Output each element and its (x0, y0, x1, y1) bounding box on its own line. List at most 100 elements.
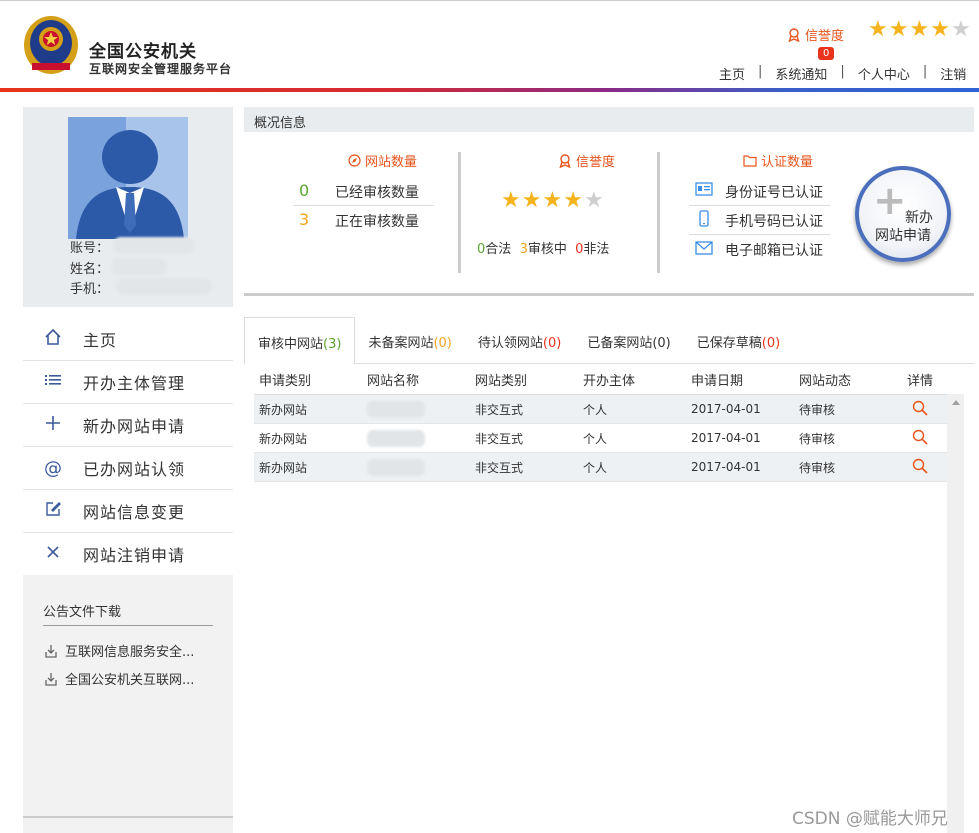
star-empty-icon: ★ (583, 188, 604, 213)
edit-icon (23, 500, 83, 523)
overview-header: 概况信息 (244, 107, 974, 132)
tab-to-claim[interactable]: 待认领网站(0) (465, 317, 574, 363)
cell-site-type: 非交互式 (475, 402, 524, 417)
star-filled-icon: ★ (521, 188, 542, 213)
email-verified-label: 电子邮箱已认证 (725, 243, 823, 259)
download-link[interactable]: 互联网信息服务安全... (43, 641, 194, 660)
sidebar-item-home[interactable]: 主页 (23, 318, 233, 361)
vertical-divider (657, 152, 660, 273)
site-header: 全国公安机关 互联网安全管理服务平台 信誉度 ★ ★ ★ ★ ★ 0 主页 | 系统通知… (0, 0, 979, 92)
credit-title: 信誉度 (558, 151, 615, 170)
site-title: 全国公安机关 (89, 42, 197, 62)
sidebar-item-change-info[interactable]: 网站信息变更 (23, 490, 233, 533)
star-filled-icon: ★ (542, 188, 563, 213)
column-header: 网站动态 (799, 373, 852, 389)
cell-site-type: 非交互式 (475, 431, 524, 446)
account-label: 账号： (70, 241, 110, 256)
credit-label-text: 信誉度 (805, 29, 845, 44)
reviewed-label: 已经审核数量 (335, 185, 419, 201)
table-row: 新办网站 非交互式 个人 2017-04-01 待审核 (254, 453, 964, 482)
name-redacted (111, 258, 167, 275)
at-icon: @ (44, 457, 62, 479)
cell-category: 新办网站 (259, 402, 308, 417)
download-link[interactable]: 全国公安机关互联网... (43, 669, 194, 688)
review-count: 3 (519, 242, 528, 257)
close-icon (23, 543, 83, 566)
tab-count: (3) (323, 337, 342, 352)
downloads-divider (43, 625, 213, 626)
download-link-label: 互联网信息服务安全... (65, 645, 195, 660)
folder-icon (743, 155, 757, 167)
sidebar-item-claim-site[interactable]: @ 已办网站认领 (23, 447, 233, 490)
reviewed-count: 0 (299, 181, 310, 200)
cell-site-type: 非交互式 (475, 460, 524, 475)
sidebar-item-cancel-site[interactable]: 网站注销申请 (23, 533, 233, 576)
site-status-tabs: 审核中网站(3) 未备案网站(0) 待认领网站(0) 已备案网站(0) 已保存草… (244, 317, 974, 365)
tab-count: (0) (761, 336, 781, 351)
nav-separator: | (758, 64, 763, 79)
nav-notifications[interactable]: 系统通知 (775, 64, 827, 83)
award-icon (788, 27, 800, 42)
search-icon[interactable] (912, 458, 928, 474)
search-icon[interactable] (912, 400, 928, 416)
sidebar-item-new-site[interactable]: 新办网站申请 (23, 404, 233, 447)
plus-icon (23, 414, 83, 437)
account-redacted (113, 237, 195, 254)
sidebar-item-entity-management[interactable]: 开办主体管理 (23, 361, 233, 404)
tab-count: (0) (542, 336, 562, 351)
star-filled-icon: ★ (909, 17, 930, 42)
reviewing-label: 正在审核数量 (335, 214, 419, 230)
star-filled-icon: ★ (888, 17, 909, 42)
table-scrollbar[interactable] (947, 394, 964, 833)
credit-label: 信誉度 (787, 25, 844, 44)
nav-profile[interactable]: 个人中心 (858, 64, 910, 83)
cell-category: 新办网站 (259, 460, 308, 475)
cell-date: 2017-04-01 (691, 431, 761, 445)
tab-unfiled[interactable]: 未备案网站(0) (355, 317, 464, 363)
column-header: 申请类别 (259, 373, 312, 389)
cell-entity: 个人 (583, 460, 608, 475)
cell-site-name (362, 458, 470, 476)
nav-separator: | (922, 64, 928, 79)
avatar (68, 117, 188, 239)
sidebar-item-label: 网站信息变更 (83, 503, 186, 522)
site-name-redacted (367, 458, 425, 476)
tab-filed[interactable]: 已备案网站(0) (574, 317, 683, 363)
scroll-up-arrow-icon[interactable] (952, 400, 960, 405)
sidebar-item-label: 开办主体管理 (83, 374, 186, 393)
phone-label: 手机： (70, 282, 110, 297)
table-body: 新办网站 非交互式 个人 2017-04-01 待审核 新办网站 非交互式 个人 2017-04… (254, 395, 964, 482)
column-header: 网站名称 (367, 373, 420, 389)
plus-icon: + (873, 178, 907, 224)
sidebar-item-label: 主页 (83, 331, 118, 350)
mobile-phone-icon (699, 210, 709, 227)
table-row: 新办网站 非交互式 个人 2017-04-01 待审核 (254, 395, 964, 424)
cell-date: 2017-04-01 (691, 460, 761, 474)
tab-drafts[interactable]: 已保存草稿(0) (684, 317, 793, 363)
overview-title: 概况信息 (254, 116, 307, 131)
download-icon (45, 644, 57, 658)
award-icon (559, 153, 571, 168)
user-silhouette-icon (68, 117, 188, 239)
tab-reviewing[interactable]: 审核中网站(3) (244, 317, 356, 365)
cell-category: 新办网站 (259, 431, 308, 446)
cell-detail (902, 400, 952, 419)
sidebar-menu: 主页 开办主体管理 新办网站申请 @ 已办网站认领 网站信息变更 网站注销申请 (23, 318, 233, 576)
divider (689, 205, 830, 206)
new-site-apply-button[interactable]: + 新办 网站申请 (855, 166, 951, 262)
review-label: 审核中 (527, 242, 567, 257)
cell-entity: 个人 (583, 402, 608, 417)
user-profile-card: 账号： 姓名： 手机： (23, 107, 233, 307)
nav-logout[interactable]: 注销 (940, 64, 966, 83)
search-icon[interactable] (912, 429, 928, 445)
id-verified-label: 身份证号已认证 (725, 185, 823, 201)
notification-count-badge: 0 (818, 47, 835, 60)
new-site-button-line1: 新办 (905, 210, 933, 226)
cell-status: 待审核 (799, 402, 836, 417)
cell-entity: 个人 (583, 431, 608, 446)
reviewing-count: 3 (299, 210, 310, 229)
column-header: 网站类别 (475, 373, 528, 389)
vertical-divider (458, 152, 461, 273)
nav-home[interactable]: 主页 (719, 64, 745, 83)
site-subtitle: 互联网安全管理服务平台 (89, 62, 233, 76)
